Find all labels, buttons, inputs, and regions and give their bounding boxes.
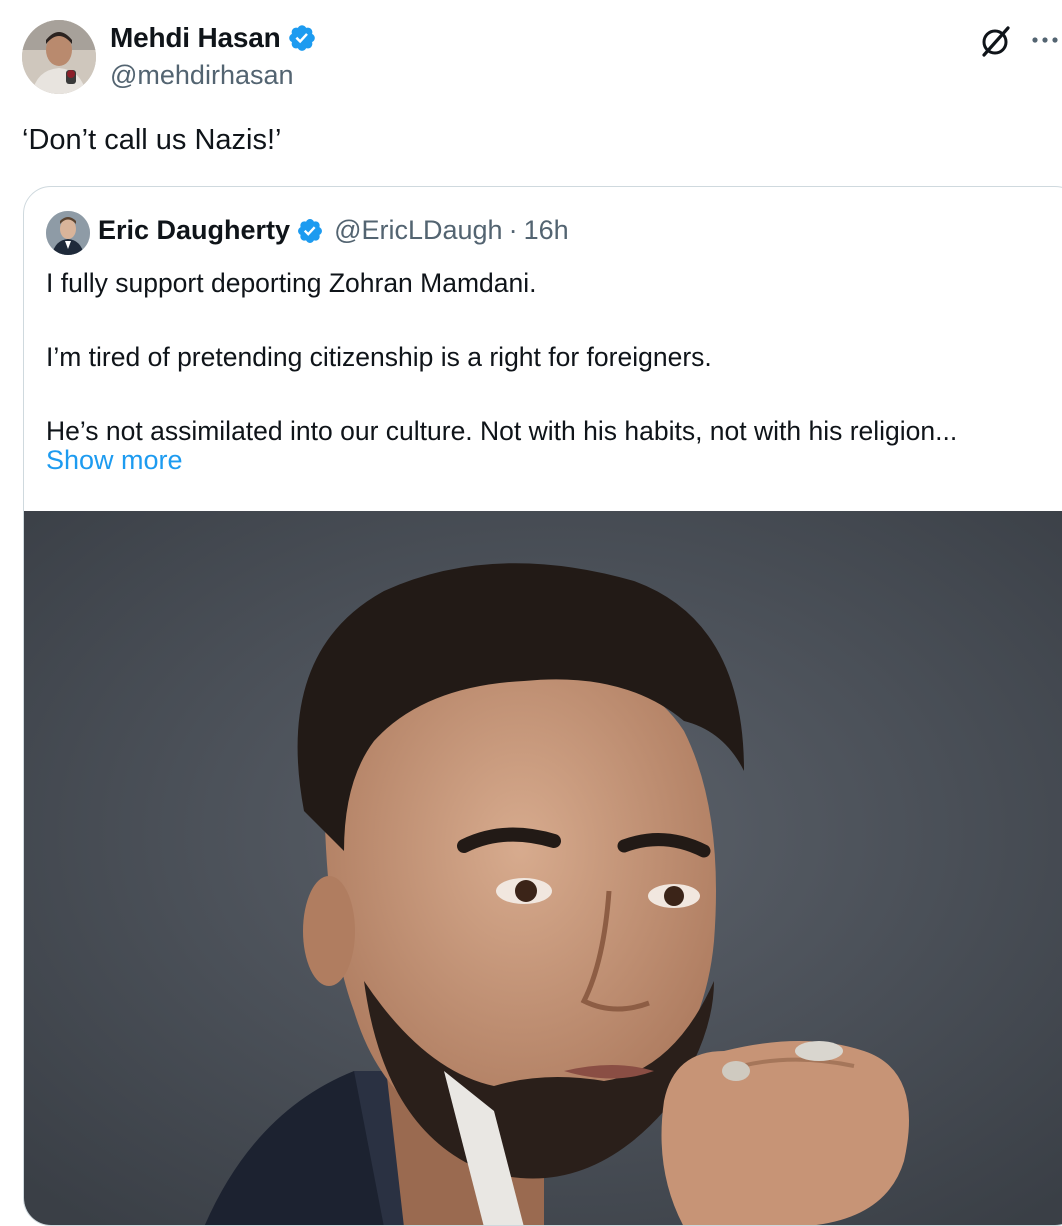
verified-badge-icon xyxy=(298,218,323,243)
show-more-link[interactable]: Show more xyxy=(46,445,183,476)
quoted-post-text: I fully support deporting Zohran Mamdani… xyxy=(46,265,1046,450)
quoted-post[interactable]: Eric Daugherty @EricLDaugh · 16h I fully… xyxy=(23,186,1062,1226)
more-options-icon[interactable] xyxy=(1030,30,1060,50)
author-avatar[interactable] xyxy=(22,20,96,94)
author-handle[interactable]: @mehdirhasan xyxy=(110,60,294,91)
quoted-paragraph: He’s not assimilated into our culture. N… xyxy=(46,416,958,446)
quoted-author-handle[interactable]: @EricLDaugh xyxy=(334,215,503,246)
separator-dot: · xyxy=(508,215,518,245)
quoted-author-name[interactable]: Eric Daugherty xyxy=(98,215,290,246)
quoted-post-photo[interactable] xyxy=(24,511,1062,1225)
quoted-paragraph: I fully support deporting Zohran Mamdani… xyxy=(46,268,537,298)
grok-icon[interactable] xyxy=(978,24,1012,58)
post-header: Mehdi Hasan @mehdirhasan xyxy=(0,0,1062,110)
quoted-paragraph: I’m tired of pretending citizenship is a… xyxy=(46,342,712,372)
author-name[interactable]: Mehdi Hasan xyxy=(110,22,281,54)
post-text: ‘Don’t call us Nazis!’ xyxy=(22,124,282,156)
verified-badge-icon xyxy=(288,25,315,51)
quoted-timestamp[interactable]: 16h xyxy=(524,215,569,246)
quoted-author-avatar[interactable] xyxy=(46,211,90,255)
